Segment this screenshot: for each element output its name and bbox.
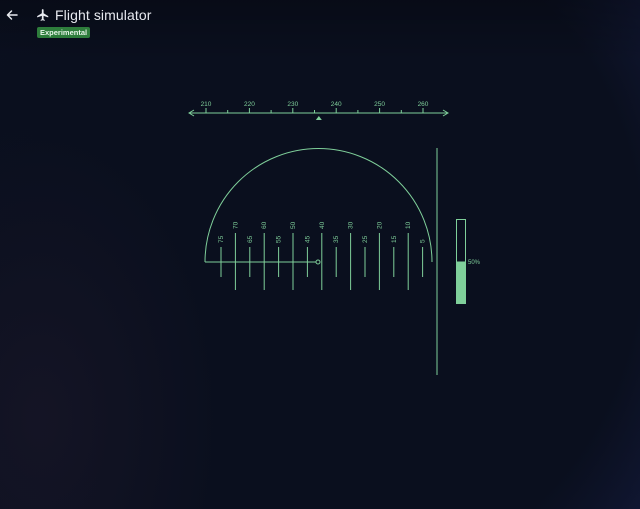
speed-label: 60 <box>261 221 268 229</box>
throttle-slider[interactable]: 50% <box>456 219 481 304</box>
heading-label: 260 <box>418 101 429 108</box>
speed-label: 45 <box>304 235 311 243</box>
throttle-fill <box>457 261 465 303</box>
gauge-needle-pivot <box>315 259 321 265</box>
speed-gauge[interactable]: 75 70 65 60 55 50 45 40 35 30 25 20 15 10 5 <box>204 148 433 290</box>
heading-label: 210 <box>201 101 212 108</box>
speed-label: 30 <box>348 221 355 229</box>
heading-ticks <box>205 108 424 113</box>
speed-label: 65 <box>247 235 254 243</box>
gauge-arc <box>204 148 433 263</box>
speed-label: 10 <box>405 221 412 229</box>
heading-tape[interactable]: 210 220 230 240 250 260 <box>188 101 449 120</box>
speed-label: 70 <box>232 221 239 229</box>
speed-label: 40 <box>319 221 326 229</box>
heading-label: 240 <box>331 101 342 108</box>
speed-label: 50 <box>290 221 297 229</box>
speed-label: 25 <box>362 235 369 243</box>
speed-label: 15 <box>391 235 398 243</box>
throttle-value: 50% <box>468 260 481 266</box>
heading-pointer <box>315 116 322 120</box>
speed-label: 75 <box>218 235 225 243</box>
flight-instruments: 210 220 230 240 250 260 75 70 65 60 55 50 45 40 35 30 2… <box>188 101 481 375</box>
speed-label: 5 <box>420 239 427 243</box>
heading-label: 230 <box>287 101 298 108</box>
heading-labels: 210 220 230 240 250 260 <box>201 101 429 108</box>
speed-label: 55 <box>276 235 283 243</box>
speed-label: 20 <box>376 221 383 229</box>
speed-label: 35 <box>333 235 340 243</box>
heading-label: 250 <box>374 101 385 108</box>
heading-label: 220 <box>244 101 255 108</box>
